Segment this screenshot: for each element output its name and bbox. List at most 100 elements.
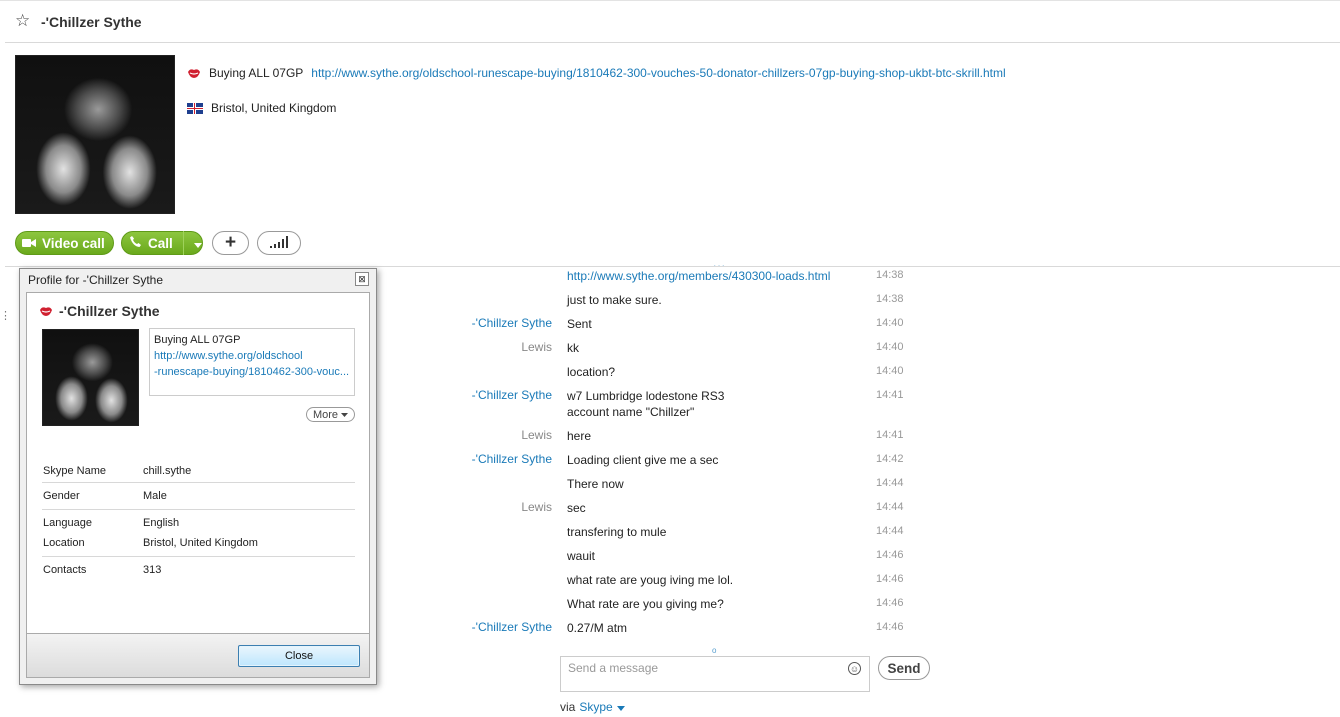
- message-text[interactable]: http://www.sythe.org/members/430300-load…: [567, 268, 867, 284]
- left-edge-marker: ⋮: [0, 310, 11, 322]
- message-line: just to make sure.: [567, 293, 662, 307]
- message-text: w7 Lumbridge lodestone RS3 account name "…: [567, 388, 867, 420]
- profile-label: Gender: [43, 490, 80, 502]
- plus-icon: +: [224, 232, 237, 253]
- profile-header: -'Chillzer Sythe: [39, 303, 160, 319]
- message-time: 14:40: [876, 365, 904, 377]
- via-service[interactable]: Skype: [579, 700, 612, 714]
- via-selector[interactable]: via Skype: [560, 700, 625, 714]
- message-time: 14:41: [876, 429, 904, 441]
- message-text: 0.27/M atm: [567, 620, 867, 636]
- profile-mood-box: Buying ALL 07GP http://www.sythe.org/old…: [149, 328, 355, 396]
- call-button[interactable]: Call: [121, 231, 203, 255]
- profile-value: 313: [143, 564, 162, 576]
- message-time: 14:44: [876, 501, 904, 513]
- typing-indicator: o: [712, 646, 717, 655]
- profile-separator: [42, 556, 355, 557]
- message-sender[interactable]: -'Chillzer Sythe: [382, 452, 552, 466]
- profile-dialog: Profile for -'Chillzer Sythe ⊠ -'Chillze…: [19, 268, 377, 685]
- message-line: transfering to mule: [567, 525, 667, 539]
- profile-label: Language: [43, 517, 92, 529]
- mood-text: Buying ALL 07GP: [209, 66, 304, 80]
- message-sender[interactable]: -'Chillzer Sythe: [382, 316, 552, 330]
- close-icon[interactable]: ⊠: [355, 272, 369, 286]
- message-time: 14:46: [876, 621, 904, 633]
- message-text: There now: [567, 476, 867, 492]
- chevron-down-icon[interactable]: [616, 700, 625, 714]
- message-time: 14:44: [876, 477, 904, 489]
- message-text: What rate are you giving me?: [567, 596, 867, 612]
- message-line: here: [567, 429, 592, 443]
- message-text: here: [567, 428, 867, 444]
- profile-value: Bristol, United Kingdom: [143, 537, 258, 549]
- profile-name: -'Chillzer Sythe: [59, 303, 160, 319]
- dialog-title: Profile for -'Chillzer Sythe: [28, 273, 163, 287]
- message-time: 14:38: [876, 293, 904, 305]
- message-sender[interactable]: -'Chillzer Sythe: [382, 388, 552, 402]
- message-line: Loading client give me a sec: [567, 453, 719, 467]
- profile-panel: -'Chillzer Sythe Buying ALL 07GP http://…: [26, 292, 370, 634]
- video-call-button[interactable]: Video call: [15, 231, 114, 255]
- location-text: Bristol, United Kingdom: [211, 101, 337, 115]
- phone-icon: [129, 235, 142, 251]
- message-line: kk: [567, 341, 579, 355]
- message-input-placeholder: Send a message: [568, 661, 659, 675]
- profile-label: Skype Name: [43, 465, 106, 477]
- close-button[interactable]: Close: [238, 645, 360, 667]
- message-sender: Lewis: [521, 428, 552, 442]
- uk-flag-icon: [187, 102, 203, 114]
- message-time: 14:40: [876, 317, 904, 329]
- message-text: Loading client give me a sec: [567, 452, 867, 468]
- message-text: Sent: [567, 316, 867, 332]
- video-camera-icon: [22, 236, 37, 251]
- profile-value: English: [143, 517, 180, 529]
- more-label: More: [312, 408, 339, 421]
- message-line: account name "Chillzer": [567, 405, 695, 419]
- call-quality-button[interactable]: [257, 231, 301, 255]
- signal-bars-icon: [270, 235, 288, 251]
- message-time: 14:38: [876, 269, 904, 281]
- message-line: sec: [567, 501, 586, 515]
- profile-label: Location: [43, 537, 85, 549]
- mood-lips-icon: [187, 68, 201, 79]
- call-label: Call: [148, 235, 173, 251]
- message-line: There now: [567, 477, 624, 491]
- message-line: 0.27/M atm: [567, 621, 628, 635]
- add-people-button[interactable]: +: [212, 231, 249, 255]
- contact-avatar[interactable]: [15, 55, 175, 214]
- message-text: wauit: [567, 548, 867, 564]
- profile-avatar: [42, 329, 139, 426]
- call-divider: [182, 231, 184, 255]
- profile-separator: [42, 509, 355, 510]
- profile-value: Male: [143, 490, 167, 502]
- message-sender: Lewis: [521, 500, 552, 514]
- chevron-down-icon: [341, 412, 349, 417]
- message-time: 14:46: [876, 573, 904, 585]
- message-line: location?: [567, 365, 616, 379]
- send-button[interactable]: Send: [878, 656, 930, 680]
- profile-value: chill.sythe: [143, 465, 192, 477]
- chat-divider: [5, 266, 1340, 267]
- message-time: 14:44: [876, 525, 904, 537]
- message-time: 14:40: [876, 341, 904, 353]
- profile-mood-text: Buying ALL 07GP: [154, 334, 241, 346]
- mood-message: Buying ALL 07GP http://www.sythe.org/old…: [187, 66, 1006, 80]
- emoji-icon[interactable]: ☺: [848, 662, 861, 675]
- message-line[interactable]: http://www.sythe.org/members/430300-load…: [567, 268, 867, 284]
- star-icon[interactable]: ☆: [15, 11, 30, 31]
- dialog-footer: Close: [26, 634, 370, 678]
- message-sender: Lewis: [521, 340, 552, 354]
- profile-label: Contacts: [43, 564, 87, 576]
- profile-mood-link-cont[interactable]: -runescape-buying/1810462-300-vouc...: [154, 364, 350, 380]
- mood-link[interactable]: http://www.sythe.org/oldschool-runescape…: [311, 66, 1005, 80]
- via-label: via: [560, 700, 576, 714]
- profile-mood-link[interactable]: http://www.sythe.org/oldschool: [154, 348, 350, 364]
- message-line: wauit: [567, 549, 596, 563]
- chevron-down-icon[interactable]: [190, 236, 202, 251]
- message-time: 14:42: [876, 453, 904, 465]
- message-text: transfering to mule: [567, 524, 867, 540]
- message-text: sec: [567, 500, 867, 516]
- more-button[interactable]: More: [306, 407, 355, 422]
- message-sender[interactable]: -'Chillzer Sythe: [382, 620, 552, 634]
- header-divider: [5, 42, 1340, 43]
